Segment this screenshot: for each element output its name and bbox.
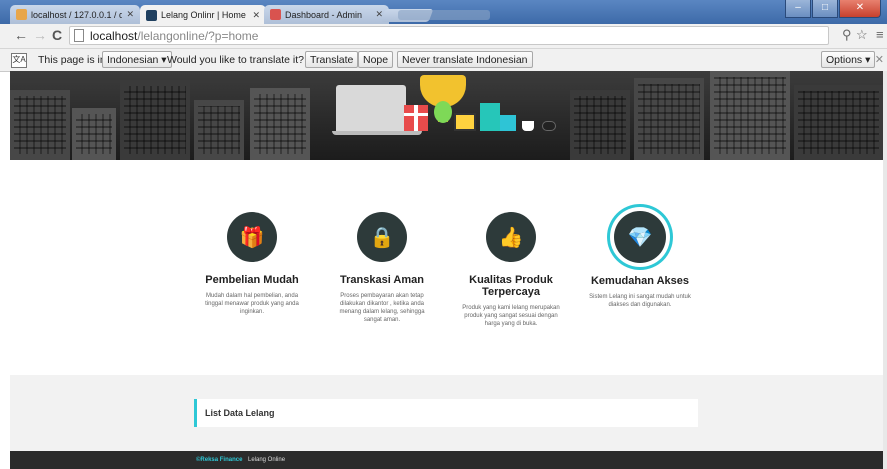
close-infobar-icon[interactable]: ✕ (875, 53, 884, 66)
bookmark-star-icon[interactable]: ☆ (856, 27, 868, 43)
laptop-base-illustration (332, 131, 422, 135)
translate-prefix: This page is in (38, 54, 106, 66)
tab-dashboard-admin[interactable]: Dashboard - Admin ✕ (264, 5, 389, 24)
phpmyadmin-favicon-icon (16, 9, 27, 20)
list-data-panel[interactable]: List Data Lelang (194, 399, 698, 427)
feature-transaksi-aman: 🔒 Transkasi Aman Proses pembayaran akan … (322, 212, 442, 324)
feature-description: Produk yang kami lelang merupakan produk… (462, 305, 560, 327)
window-controls: – □ ✕ (785, 0, 881, 18)
plant-illustration (434, 101, 452, 123)
close-window-icon[interactable]: ✕ (839, 0, 881, 18)
translate-question: Would you like to translate it? (167, 54, 304, 66)
building-shape (570, 90, 630, 160)
window-titlebar: localhost / 127.0.0.1 / db ✕ Lelang Onli… (0, 0, 887, 25)
language-label: Indonesian (107, 54, 159, 66)
cup-illustration (522, 121, 534, 131)
feature-kualitas-produk: 👍 Kualitas Produk Terpercaya Produk yang… (451, 212, 571, 328)
gift-icon: 🎁 (227, 212, 277, 262)
footer-brand[interactable]: ©Reksa Finance (196, 457, 242, 463)
diamond-icon: 💎 (614, 211, 666, 263)
tablet-illustration (454, 113, 476, 131)
language-select[interactable]: Indonesian ▾ (102, 51, 172, 68)
url-path: /lelangonline/?p=home (137, 28, 259, 43)
feature-title: Kualitas Produk Terpercaya (469, 274, 553, 298)
options-label: Options (826, 54, 863, 66)
search-icon[interactable]: ⚲ (842, 27, 852, 43)
minimize-icon[interactable]: – (785, 0, 811, 18)
hero-banner (10, 71, 883, 160)
tab-label: Dashboard - Admin (285, 9, 363, 20)
close-tab-icon[interactable]: ✕ (126, 9, 134, 20)
translate-icon: 文A (11, 53, 27, 68)
vertical-scrollbar[interactable] (883, 71, 887, 469)
site-favicon-icon (146, 9, 157, 21)
translate-button[interactable]: Translate (305, 51, 359, 68)
feature-description: Sistem Lelang ini sangat mudah untuk dia… (589, 294, 691, 308)
building-shape (250, 88, 310, 160)
footer-text: Lelang Online (248, 457, 286, 463)
maximize-icon[interactable]: □ (812, 0, 838, 18)
nope-button[interactable]: Nope (358, 51, 394, 68)
never-translate-button[interactable]: Never translate Indonesian (397, 51, 533, 68)
blurred-tab-area (398, 10, 490, 20)
feature-kemudahan-akses: 💎 Kemudahan Akses Sistem Lelang ini sang… (580, 211, 700, 309)
feature-title: Kemudahan Akses (590, 275, 690, 287)
building-shape (120, 80, 190, 160)
menu-icon[interactable]: ≡ (876, 27, 884, 42)
building-shape (10, 90, 70, 160)
box-illustration (500, 115, 516, 131)
address-bar[interactable]: localhost/lelangonline/?p=home (69, 26, 829, 45)
feature-description: Proses pembayaran akan tetap dilakukan d… (339, 293, 425, 323)
features-section: 🎁 Pembelian Mudah Mudah dalam hal pembel… (10, 160, 883, 375)
page-icon (74, 29, 84, 42)
reload-icon[interactable]: C (52, 27, 62, 43)
forward-arrow-icon[interactable]: → (33, 27, 47, 43)
building-shape (72, 108, 116, 160)
thumbs-up-icon: 👍 (486, 212, 536, 262)
gift-box-illustration (404, 105, 428, 131)
feature-description: Mudah dalam hal pembelian, anda tinggal … (205, 293, 299, 315)
tab-label: localhost / 127.0.0.1 / db (31, 9, 123, 20)
tab-label: Lelang Onlinr | Home (161, 10, 246, 20)
building-shape (634, 78, 704, 160)
page-footer: ©Reksa Finance Lelang Online (10, 451, 883, 469)
building-shape (794, 85, 883, 160)
list-section: List Data Lelang (10, 375, 883, 451)
laptop-illustration (336, 85, 406, 133)
package-illustration (480, 103, 500, 131)
translate-infobar: 文A This page is in Indonesian ▾ Would yo… (0, 49, 887, 72)
browser-toolbar: ← → C localhost/lelangonline/?p=home ⚲ ☆… (0, 24, 887, 49)
tab-lelang-home[interactable]: Lelang Onlinr | Home ✕ (140, 5, 266, 25)
tab-phpmyadmin[interactable]: localhost / 127.0.0.1 / db ✕ (10, 5, 140, 24)
building-shape (194, 100, 244, 160)
dashboard-favicon-icon (270, 9, 281, 20)
url-host: localhost (90, 28, 138, 43)
close-tab-icon[interactable]: ✕ (252, 10, 260, 21)
list-title: List Data Lelang (205, 408, 275, 418)
options-button[interactable]: Options ▾ (821, 51, 876, 68)
feature-title: Transkasi Aman (340, 274, 424, 286)
mouse-illustration (542, 121, 556, 131)
back-arrow-icon[interactable]: ← (14, 27, 28, 43)
feature-pembelian-mudah: 🎁 Pembelian Mudah Mudah dalam hal pembel… (192, 212, 312, 316)
feature-title: Pembelian Mudah (205, 274, 299, 286)
building-shape (710, 71, 790, 160)
lock-icon: 🔒 (357, 212, 407, 262)
